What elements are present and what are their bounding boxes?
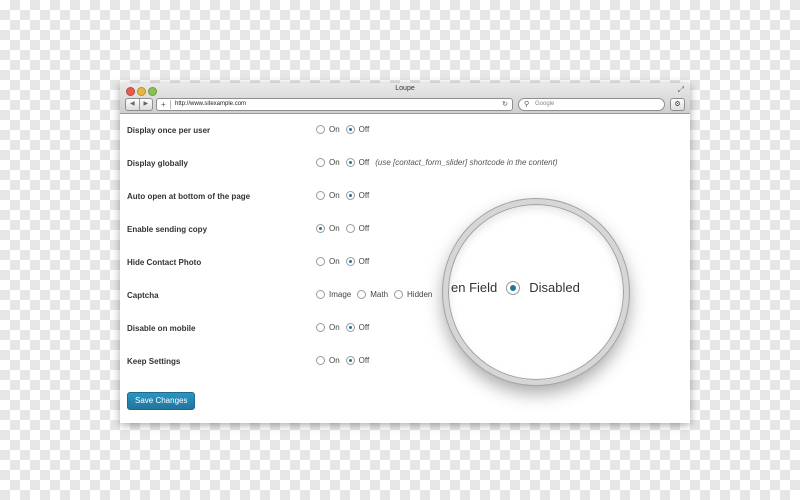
loupe-selected-label: Disabled — [529, 280, 580, 295]
magnifier-loupe: en Field Disabled — [443, 199, 629, 385]
radio-group: On Off — [316, 257, 375, 266]
radio-label: On — [329, 158, 340, 167]
radio-group: On Off — [316, 356, 375, 365]
radio-on[interactable] — [316, 224, 325, 233]
setting-label: Display once per user — [127, 126, 211, 135]
radio-label: On — [329, 356, 340, 365]
radio-label: Off — [358, 125, 370, 134]
plus-icon[interactable]: + — [161, 99, 166, 110]
radio-label: On — [329, 257, 340, 266]
radio-on[interactable] — [316, 323, 325, 332]
setting-row-display-globally: Display globally On Off (use [contact_fo… — [120, 157, 690, 173]
radio-label: On — [329, 125, 340, 134]
radio-label: On — [329, 323, 340, 332]
loupe-content: en Field Disabled — [448, 280, 580, 295]
radio-label: On — [329, 191, 340, 200]
radio-off[interactable] — [345, 356, 355, 365]
nav-buttons: ◀ ▶ — [125, 98, 153, 111]
radio-on[interactable] — [316, 125, 325, 134]
title-bar: Loupe ⤢ ◀ ▶ + http://www.sitexample.com … — [120, 83, 690, 114]
resize-icon[interactable]: ⤢ — [678, 85, 684, 95]
setting-label: Enable sending copy — [127, 225, 208, 234]
radio-hidden[interactable] — [394, 290, 404, 299]
forward-arrow-icon[interactable]: ▶ — [140, 99, 153, 110]
reload-icon[interactable]: ↻ — [502, 99, 508, 110]
radio-off[interactable] — [345, 191, 355, 200]
radio-label: Image — [329, 290, 352, 299]
radio-off[interactable] — [345, 257, 355, 266]
radio-on[interactable] — [316, 158, 325, 167]
setting-label: Disable on mobile — [127, 324, 196, 333]
setting-note: (use [contact_form_slider] shortcode in … — [375, 158, 558, 167]
radio-label: Hidden — [407, 290, 433, 299]
radio-off[interactable] — [345, 158, 355, 167]
search-placeholder: Google — [535, 101, 555, 107]
setting-label: Auto open at bottom of the page — [127, 192, 251, 201]
radio-off[interactable] — [345, 125, 355, 134]
radio-label: Off — [358, 191, 370, 200]
radio-label: Off — [358, 158, 370, 167]
setting-row-display-once: Display once per user On Off — [120, 124, 690, 140]
setting-label: Display globally — [127, 159, 188, 168]
address-bar[interactable]: + http://www.sitexample.com ↻ — [156, 98, 513, 111]
search-input[interactable]: ⚲ Google — [518, 98, 665, 111]
save-changes-button[interactable]: Save Changes — [127, 392, 196, 410]
radio-on[interactable] — [316, 257, 325, 266]
setting-row-keep-settings: Keep Settings On Off — [120, 355, 690, 371]
radio-off[interactable] — [345, 323, 355, 332]
radio-label: Off — [358, 356, 370, 365]
loupe-partial-label: en Field — [451, 280, 498, 295]
setting-row-auto-open: Auto open at bottom of the page On Off — [120, 190, 690, 206]
radio-label: On — [329, 224, 340, 233]
radio-group: On Off — [316, 125, 375, 134]
radio-label: Off — [358, 257, 370, 266]
radio-label: Off — [358, 323, 370, 332]
url-text[interactable]: http://www.sitexample.com — [175, 99, 246, 110]
loupe-radio-disabled — [506, 280, 521, 295]
window-title: Loupe — [395, 85, 415, 92]
url-divider — [170, 100, 171, 109]
radio-math[interactable] — [357, 290, 367, 299]
radio-group: On Off — [316, 323, 375, 332]
radio-on[interactable] — [316, 356, 325, 365]
radio-group: On Off — [316, 191, 375, 200]
radio-image[interactable] — [316, 290, 325, 299]
radio-label: Off — [358, 224, 370, 233]
radio-off[interactable] — [345, 224, 355, 233]
radio-on[interactable] — [316, 191, 325, 200]
gear-icon[interactable]: ⚙ — [670, 98, 685, 111]
radio-group: On Off — [316, 224, 375, 233]
radio-group: On Off (use [contact_form_slider] shortc… — [316, 158, 558, 167]
radio-group: Image Math Hidden — [316, 290, 438, 299]
setting-label: Keep Settings — [127, 357, 181, 366]
search-icon: ⚲ — [524, 101, 530, 108]
setting-label: Captcha — [127, 291, 159, 300]
radio-label: Math — [370, 290, 389, 299]
back-arrow-icon[interactable]: ◀ — [126, 99, 140, 110]
setting-label: Hide Contact Photo — [127, 258, 202, 267]
